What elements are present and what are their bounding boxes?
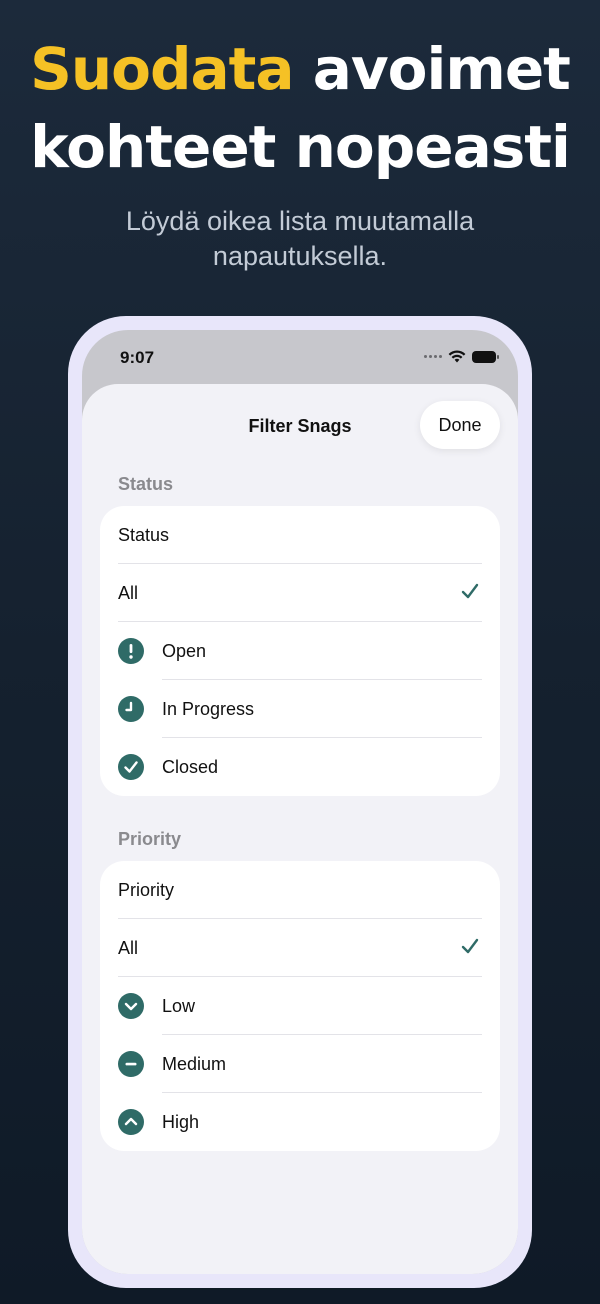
option-label: High: [162, 1111, 200, 1132]
signal-icon: [424, 355, 442, 358]
status-time: 9:07: [120, 348, 155, 367]
priority-option-high[interactable]: High: [100, 1093, 500, 1151]
hero-headline: Suodata avoimet kohteet nopeasti: [0, 30, 600, 186]
headline-line-1: Suodata avoimet: [0, 30, 600, 108]
status-icons: [424, 350, 499, 363]
checkmark-icon: [461, 583, 479, 599]
status-picker-label: Status: [118, 524, 170, 545]
checkmark-circle-icon: [118, 754, 144, 780]
headline-accent: Suodata: [30, 35, 294, 103]
option-label: Open: [162, 640, 207, 661]
option-label: All: [118, 937, 139, 958]
chevron-down-circle-icon: [118, 993, 144, 1019]
option-label: Closed: [162, 756, 219, 777]
status-option-closed[interactable]: Closed: [100, 738, 500, 796]
option-label: In Progress: [162, 698, 255, 719]
filter-sheet: Filter Snags Done Status Status All Open…: [82, 384, 518, 1274]
hero-subtitle: Löydä oikea lista muutamalla napautuksel…: [125, 206, 475, 271]
status-section-header: Status: [118, 474, 174, 494]
status-option-open[interactable]: Open: [100, 622, 500, 680]
priority-option-medium[interactable]: Medium: [100, 1035, 500, 1093]
priority-card: Priority All Low Medium High: [100, 861, 500, 1151]
clock-icon: [118, 696, 144, 722]
done-button[interactable]: Done: [420, 401, 500, 449]
wifi-icon: [448, 350, 466, 363]
status-bar: 9:07: [82, 330, 518, 386]
status-option-in-progress[interactable]: In Progress: [100, 680, 500, 738]
priority-section-header: Priority: [118, 829, 182, 849]
exclamation-icon: [118, 638, 144, 664]
minus-circle-icon: [118, 1051, 144, 1077]
headline-line-2: kohteet nopeasti: [30, 113, 571, 181]
priority-picker-row[interactable]: Priority: [100, 861, 500, 919]
priority-picker-label: Priority: [118, 879, 175, 900]
status-option-all[interactable]: All: [100, 564, 500, 622]
battery-icon: [472, 350, 499, 363]
priority-option-all[interactable]: All: [100, 919, 500, 977]
phone-screen: 9:07 Filter Snags Done Status Status All…: [82, 330, 518, 1274]
priority-option-low[interactable]: Low: [100, 977, 500, 1035]
option-label: Low: [162, 995, 196, 1016]
checkmark-icon: [461, 938, 479, 954]
headline-rest: avoimet: [293, 35, 571, 103]
option-label: Medium: [162, 1053, 227, 1074]
phone-frame: 9:07 Filter Snags Done Status Status All…: [68, 316, 532, 1288]
option-label: All: [118, 582, 139, 603]
status-picker-row[interactable]: Status: [100, 506, 500, 564]
chevron-up-circle-icon: [118, 1109, 144, 1135]
status-card: Status All Open In Progress Closed: [100, 506, 500, 796]
